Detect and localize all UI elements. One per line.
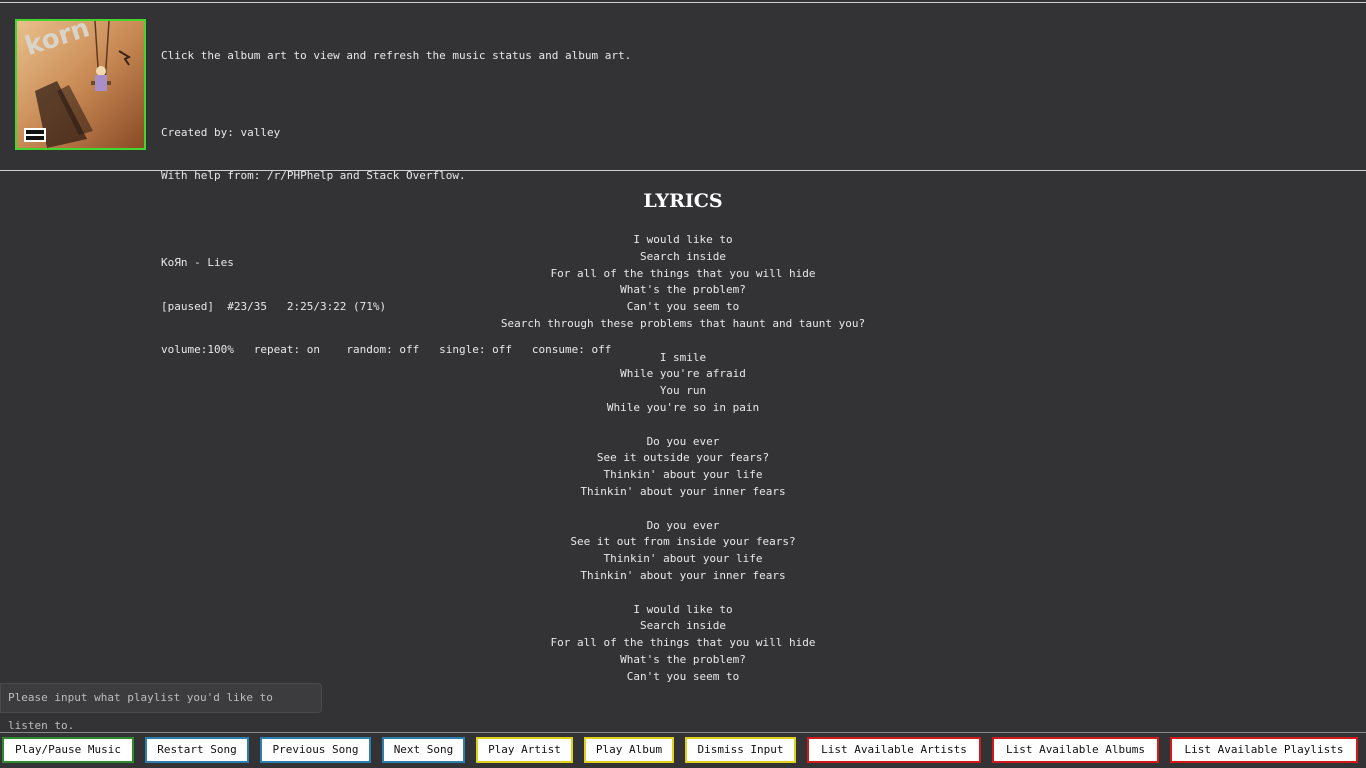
lyrics-line: Search inside [639,249,727,263]
previous-song-button[interactable]: Previous Song [260,737,371,763]
control-bar: Play/Pause Music Restart Song Previous S… [0,737,1366,763]
lyrics-line: I would like to [633,602,733,616]
lyrics-line: Do you ever [646,434,720,448]
list-playlists-button[interactable]: List Available Playlists [1170,737,1358,763]
lyrics-line: Thinkin' about your life [603,468,763,482]
album-art[interactable]: korn [15,19,146,150]
help-from-text: With help from: /r/PHPhelp and Stack Ove… [161,169,466,182]
playlist-input-prompt[interactable]: Please input what playlist you'd like to… [0,683,322,732]
next-song-button[interactable]: Next Song [382,737,465,763]
top-divider [0,2,1366,3]
lyrics-line: I would like to [633,233,733,246]
header-divider [0,170,1366,171]
hint-text: Click the album art to view and refresh … [161,49,632,62]
lyrics-line: While you're afraid [620,367,746,381]
play-pause-button[interactable]: Play/Pause Music [2,737,134,763]
lyrics-line: Can't you seem to [626,669,740,683]
lyrics-line: Thinkin' about your inner fears [580,484,786,498]
restart-song-button[interactable]: Restart Song [145,737,249,763]
list-artists-button[interactable]: List Available Artists [807,737,981,763]
list-albums-button[interactable]: List Available Albums [992,737,1159,763]
lyrics-line: See it outside your fears? [596,451,770,465]
lyrics-line: Thinkin' about your inner fears [580,568,786,582]
play-artist-button[interactable]: Play Artist [476,737,573,763]
footer-divider [0,732,1366,733]
lyrics-line: For all of the things that you will hide [550,636,816,650]
lyrics-blank-line [0,417,1366,434]
lyrics-line: Search through these problems that haunt… [500,316,866,330]
lyrics-line: I smile [659,350,707,364]
lyrics-line: While you're so in pain [606,400,760,414]
lyrics-blank-line [0,585,1366,602]
lyrics-line: What's the problem? [620,652,746,666]
lyrics-blank-line [0,501,1366,518]
lyrics-blank-line [0,333,1366,350]
lyrics-title: LYRICS [643,190,723,212]
lyrics-line: See it out from inside your fears? [570,535,796,549]
dismiss-input-button[interactable]: Dismiss Input [685,737,796,763]
play-album-button[interactable]: Play Album [584,737,674,763]
lyrics-body: I would like to Search inside For all of t… [0,232,1366,684]
album-cover-image: korn [17,21,144,148]
lyrics-line: Search inside [639,619,727,633]
lyrics-line: Do you ever [646,518,720,532]
lyrics-line: You run [659,384,707,398]
lyrics-line: What's the problem? [620,283,746,297]
lyrics-line: Thinkin' about your life [603,552,763,566]
lyrics-line: For all of the things that you will hide [550,266,816,280]
lyrics-line: Can't you seem to [626,300,740,314]
created-by-text: Created by: valley [161,125,281,139]
